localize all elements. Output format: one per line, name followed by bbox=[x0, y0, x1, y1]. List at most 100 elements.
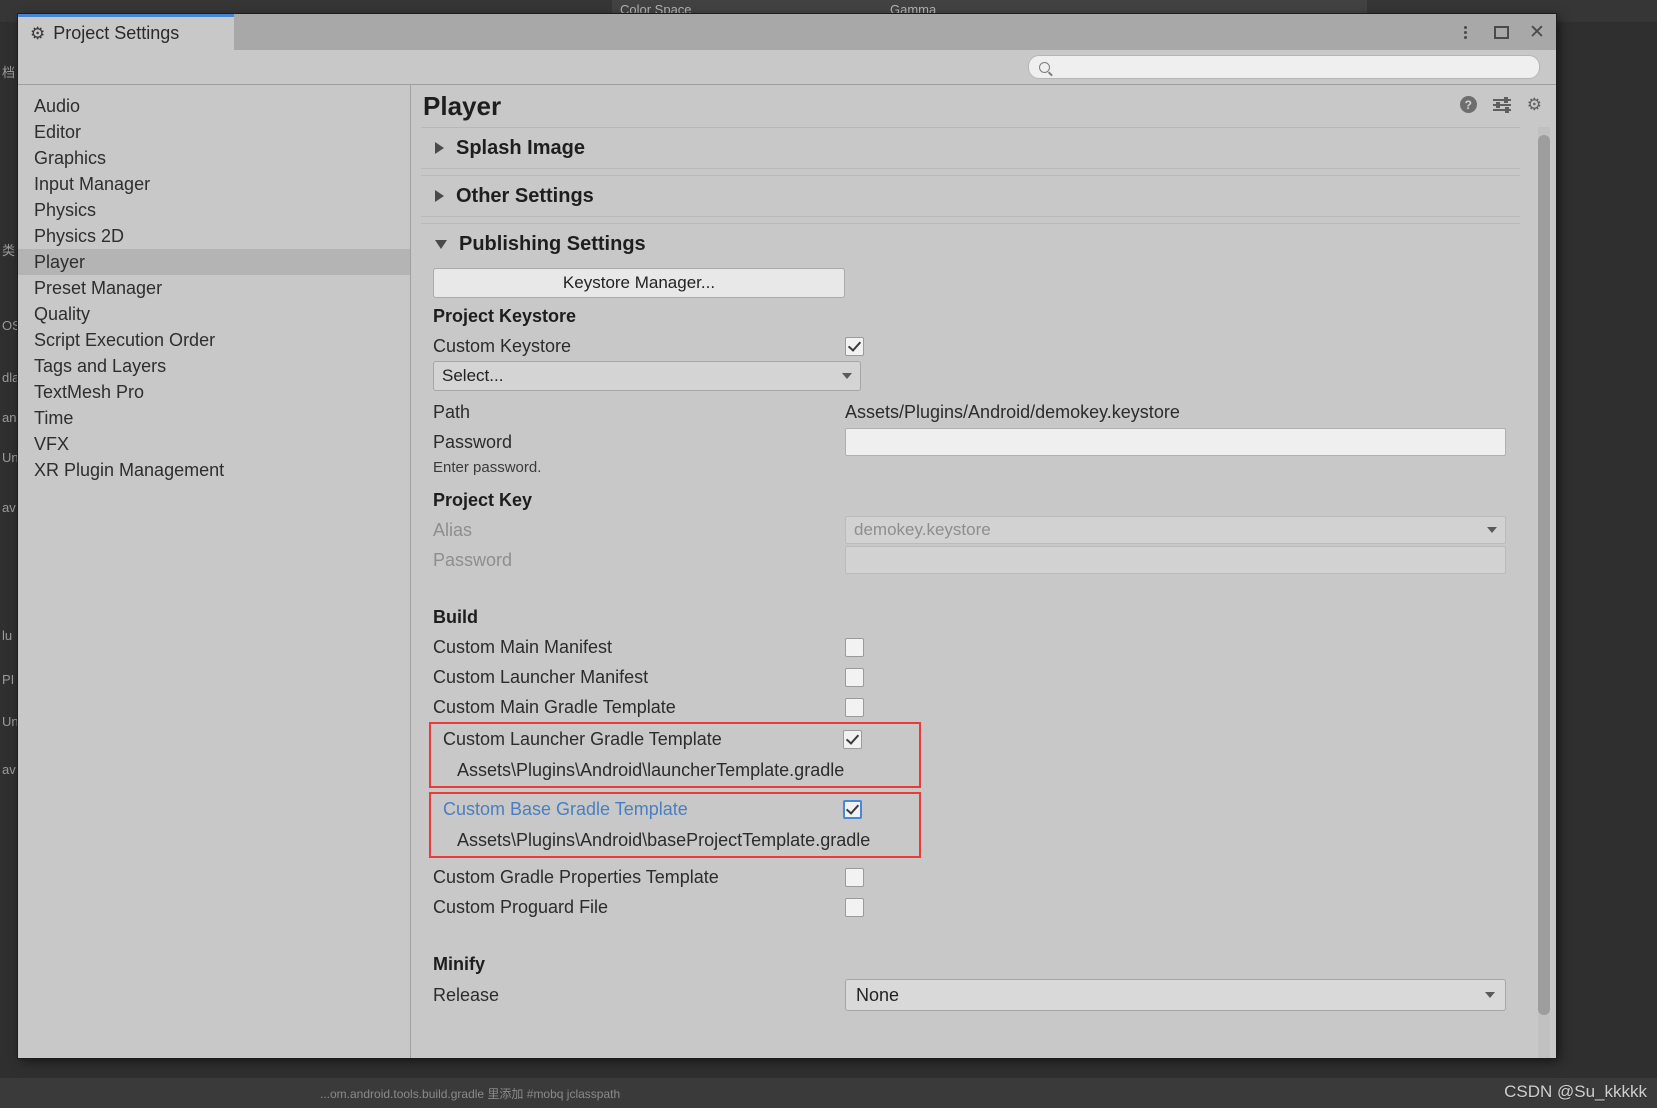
keystore-password-input[interactable] bbox=[845, 428, 1506, 456]
sidebar-item-label: VFX bbox=[34, 433, 70, 454]
custom-main-gradle-template-checkbox[interactable] bbox=[845, 697, 864, 717]
sidebar-item-label: Editor bbox=[34, 121, 82, 142]
row-custom-launcher-gradle-template: Custom Launcher Gradle Template bbox=[431, 724, 919, 754]
sidebar-item-label: TextMesh Pro bbox=[34, 381, 145, 402]
custom-keystore-label: Custom Keystore bbox=[433, 335, 572, 356]
sidebar-item-label: Time bbox=[34, 407, 74, 428]
release-dropdown[interactable]: None bbox=[845, 979, 1506, 1011]
highlight-box-base-gradle-template: Custom Base Gradle Template Assets\Plugi… bbox=[429, 792, 921, 858]
chevron-down-icon bbox=[435, 239, 447, 249]
row-key-password: Password bbox=[421, 545, 1520, 575]
content-header-icons: ? ⚙ bbox=[1459, 96, 1542, 113]
sidebar-item-label: Physics 2D bbox=[34, 225, 125, 246]
search-input[interactable] bbox=[1056, 59, 1529, 75]
window-controls: ✕ bbox=[1454, 14, 1548, 50]
sidebar-item-label: Physics bbox=[34, 199, 97, 220]
settings-content: Player ? ⚙ Splash Image Other Settings P… bbox=[411, 85, 1556, 1058]
sidebar-item-label: XR Plugin Management bbox=[34, 459, 225, 480]
custom-launcher-gradle-template-label: Custom Launcher Gradle Template bbox=[443, 728, 722, 749]
window-body: Audio Editor Graphics Input Manager Phys… bbox=[18, 85, 1556, 1058]
sidebar-item-tags-and-layers[interactable]: Tags and Layers bbox=[18, 353, 410, 379]
close-icon[interactable]: ✕ bbox=[1526, 21, 1548, 43]
search-box[interactable] bbox=[1028, 55, 1540, 79]
custom-launcher-gradle-template-path: Assets\Plugins\Android\launcherTemplate.… bbox=[457, 759, 845, 780]
key-password-label: Password bbox=[433, 549, 513, 570]
tab-project-settings[interactable]: ⚙ Project Settings bbox=[18, 14, 234, 50]
publishing-settings-body: Keystore Manager... Project Keystore Cus… bbox=[421, 268, 1520, 1019]
alias-label: Alias bbox=[433, 519, 473, 540]
backdrop-left-label-7: lu bbox=[2, 628, 13, 643]
sidebar-item-label: Tags and Layers bbox=[34, 355, 167, 376]
foldout-publishing-settings-header[interactable]: Publishing Settings bbox=[421, 224, 1520, 264]
foldout-other-settings-label: Other Settings bbox=[456, 184, 594, 207]
custom-main-manifest-checkbox[interactable] bbox=[845, 637, 864, 657]
backdrop-left-label-8: PI bbox=[2, 672, 15, 687]
chevron-right-icon bbox=[435, 190, 444, 202]
sidebar-item-player[interactable]: Player bbox=[18, 249, 410, 275]
custom-base-gradle-template-checkbox[interactable] bbox=[843, 799, 862, 819]
sidebar-item-script-execution-order[interactable]: Script Execution Order bbox=[18, 327, 410, 353]
custom-launcher-gradle-template-checkbox[interactable] bbox=[843, 729, 862, 749]
settings-scroll-area: Splash Image Other Settings Publishing S… bbox=[411, 127, 1556, 1058]
keystore-password-label: Password bbox=[433, 431, 513, 452]
custom-keystore-checkbox[interactable] bbox=[845, 336, 864, 356]
chevron-down-icon bbox=[1487, 527, 1497, 533]
sidebar-item-preset-manager[interactable]: Preset Manager bbox=[18, 275, 410, 301]
foldout-publishing-settings: Publishing Settings Keystore Manager... … bbox=[421, 223, 1520, 1019]
sidebar-item-label: Preset Manager bbox=[34, 277, 163, 298]
path-value: Assets/Plugins/Android/demokey.keystore bbox=[845, 401, 1180, 422]
content-header: Player ? ⚙ bbox=[411, 85, 1556, 127]
sidebar-item-physics-2d[interactable]: Physics 2D bbox=[18, 223, 410, 249]
keystore-select-dropdown[interactable]: Select... bbox=[433, 361, 861, 391]
gear-icon[interactable]: ⚙ bbox=[1527, 96, 1542, 113]
backdrop-left-label-9: Un bbox=[2, 714, 19, 729]
alias-dropdown[interactable]: demokey.keystore bbox=[845, 516, 1506, 544]
row-custom-gradle-properties-template: Custom Gradle Properties Template bbox=[421, 862, 1520, 892]
sidebar-item-label: Audio bbox=[34, 95, 81, 116]
more-vertical-icon[interactable] bbox=[1454, 21, 1476, 43]
custom-launcher-manifest-checkbox[interactable] bbox=[845, 667, 864, 687]
custom-proguard-file-checkbox[interactable] bbox=[845, 897, 864, 917]
custom-base-gradle-template-label: Custom Base Gradle Template bbox=[443, 798, 688, 819]
backdrop-left-label-4: an bbox=[2, 410, 17, 425]
sidebar-item-xr-plugin-management[interactable]: XR Plugin Management bbox=[18, 457, 410, 483]
custom-gradle-properties-template-checkbox[interactable] bbox=[845, 867, 864, 887]
sidebar-item-input-manager[interactable]: Input Manager bbox=[18, 171, 410, 197]
maximize-icon[interactable] bbox=[1490, 21, 1512, 43]
keystore-select-value: Select... bbox=[442, 366, 504, 385]
keystore-manager-button[interactable]: Keystore Manager... bbox=[433, 268, 845, 298]
path-label: Path bbox=[433, 401, 471, 422]
minify-header: Minify bbox=[433, 954, 485, 974]
sidebar-item-label: Input Manager bbox=[34, 173, 151, 194]
screen-root: Color Space Gamma ...om.android.tools.bu… bbox=[0, 0, 1657, 1108]
sidebar-item-audio[interactable]: Audio bbox=[18, 93, 410, 119]
sidebar-item-time[interactable]: Time bbox=[18, 405, 410, 431]
foldout-splash-image[interactable]: Splash Image bbox=[421, 127, 1520, 169]
sidebar-item-graphics[interactable]: Graphics bbox=[18, 145, 410, 171]
row-keystore-path: Path Assets/Plugins/Android/demokey.keys… bbox=[421, 397, 1520, 427]
project-keystore-header: Project Keystore bbox=[433, 306, 577, 326]
chevron-down-icon bbox=[842, 373, 852, 379]
settings-sidebar: Audio Editor Graphics Input Manager Phys… bbox=[18, 85, 411, 1058]
backdrop-left-label-5: Un bbox=[2, 450, 19, 465]
key-password-input[interactable] bbox=[845, 546, 1506, 574]
sidebar-item-textmesh-pro[interactable]: TextMesh Pro bbox=[18, 379, 410, 405]
chevron-right-icon bbox=[435, 142, 444, 154]
help-icon[interactable]: ? bbox=[1459, 96, 1477, 113]
sidebar-item-label: Quality bbox=[34, 303, 91, 324]
sidebar-item-quality[interactable]: Quality bbox=[18, 301, 410, 327]
foldout-other-settings-header[interactable]: Other Settings bbox=[421, 176, 1520, 216]
sidebar-item-vfx[interactable]: VFX bbox=[18, 431, 410, 457]
sidebar-item-editor[interactable]: Editor bbox=[18, 119, 410, 145]
window-titlebar: ⚙ Project Settings ✕ bbox=[18, 14, 1556, 50]
foldout-other-settings[interactable]: Other Settings bbox=[421, 175, 1520, 217]
preset-sliders-icon[interactable] bbox=[1492, 96, 1511, 113]
foldout-splash-image-label: Splash Image bbox=[456, 136, 585, 159]
vertical-scrollbar-thumb[interactable] bbox=[1538, 135, 1550, 1015]
foldout-splash-image-header[interactable]: Splash Image bbox=[421, 128, 1520, 168]
chevron-down-icon bbox=[1485, 992, 1495, 998]
vertical-scrollbar-track[interactable] bbox=[1538, 127, 1550, 1058]
sidebar-item-physics[interactable]: Physics bbox=[18, 197, 410, 223]
